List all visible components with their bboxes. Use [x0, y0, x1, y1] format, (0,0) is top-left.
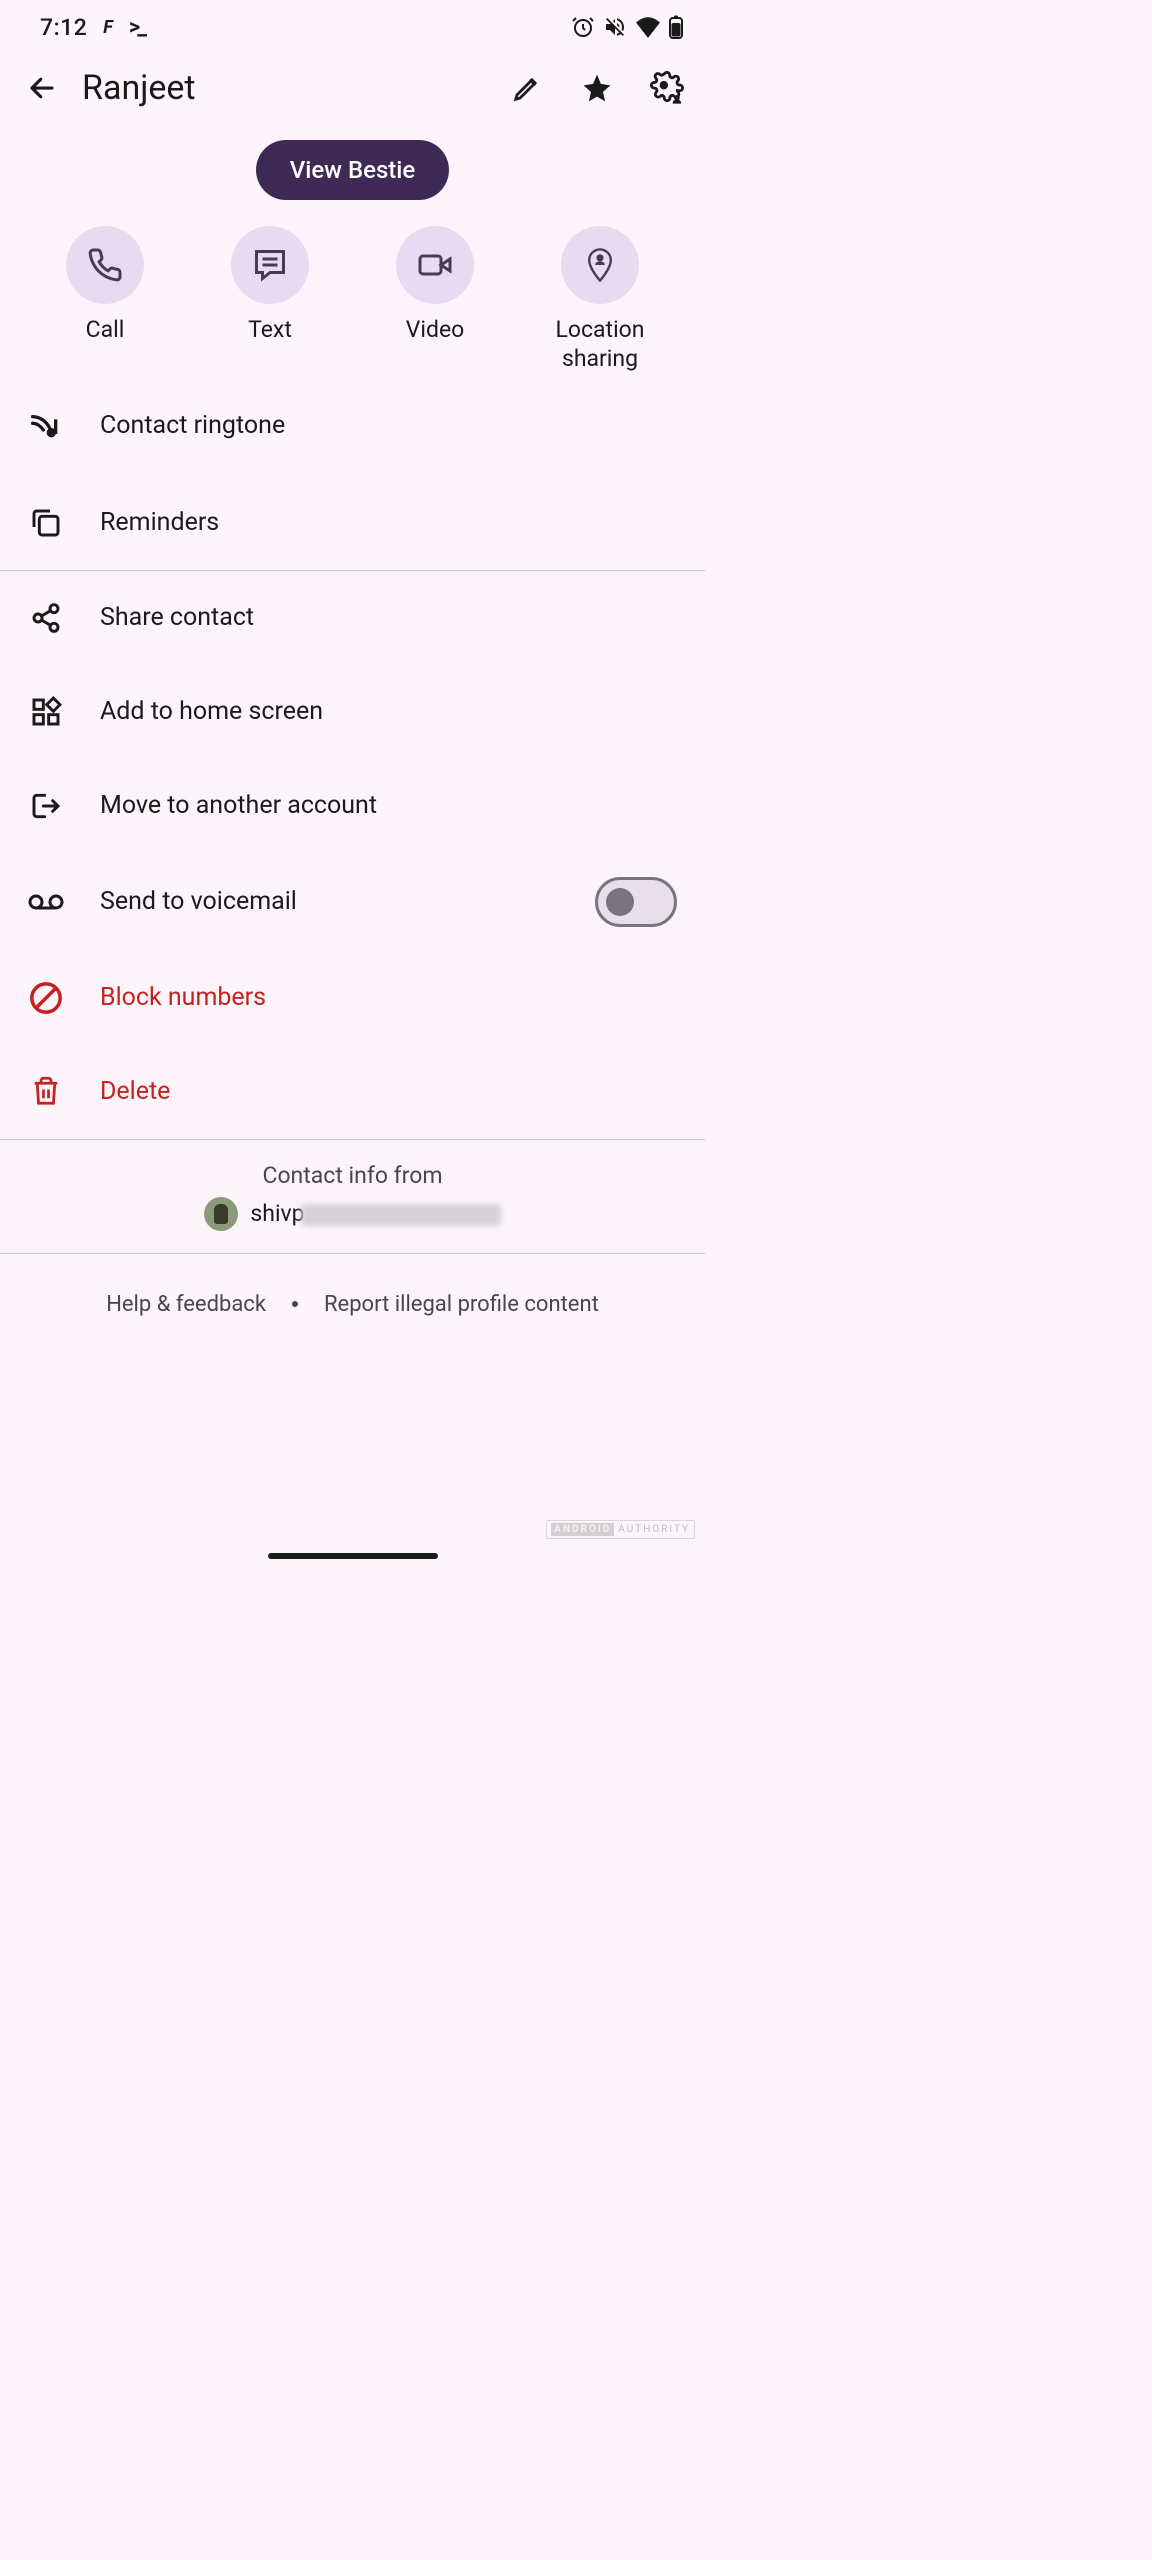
- email-prefix: shivp: [250, 1200, 304, 1227]
- voicemail-item: Send to voicemail: [0, 853, 705, 951]
- block-icon: [28, 980, 64, 1016]
- watermark-site: AUTHORITY: [618, 1524, 690, 1535]
- delete-label: Delete: [100, 1077, 677, 1106]
- pill-wrap: View Bestie: [0, 126, 705, 218]
- settings-button[interactable]: [647, 68, 687, 108]
- contact-info-section: Contact info from shivp: [0, 1140, 705, 1253]
- list-group-1: Contact ringtone Reminders: [0, 382, 705, 570]
- info-title: Contact info from: [262, 1162, 442, 1189]
- account-email: shivp: [250, 1200, 500, 1227]
- location-label: Location sharing: [535, 316, 665, 374]
- back-button[interactable]: [22, 68, 62, 108]
- account-avatar: [204, 1197, 238, 1231]
- text-circle: [231, 226, 309, 304]
- footer-links: Help & feedback Report illegal profile c…: [0, 1254, 705, 1355]
- alarm-icon: [571, 15, 595, 39]
- move-icon: [28, 788, 64, 824]
- call-circle: [66, 226, 144, 304]
- location-action[interactable]: Location sharing: [535, 226, 665, 374]
- help-link[interactable]: Help & feedback: [106, 1292, 266, 1317]
- reminders-icon: [28, 505, 64, 541]
- call-action[interactable]: Call: [40, 226, 170, 374]
- ringtone-icon: [28, 408, 64, 444]
- view-bestie-button[interactable]: View Bestie: [256, 140, 450, 200]
- call-label: Call: [86, 316, 125, 345]
- text-action[interactable]: Text: [205, 226, 335, 374]
- ringtone-label: Contact ringtone: [100, 411, 677, 440]
- info-account-row[interactable]: shivp: [204, 1197, 500, 1231]
- share-item[interactable]: Share contact: [0, 571, 705, 665]
- gear-person-icon: [650, 71, 684, 105]
- voicemail-label: Send to voicemail: [100, 887, 559, 916]
- app-bar: Ranjeet: [0, 50, 705, 126]
- share-icon: [28, 600, 64, 636]
- app-bar-actions: [507, 68, 687, 108]
- quick-actions: Call Text Video Location sharing: [0, 218, 705, 374]
- separator-dot: [292, 1301, 298, 1307]
- star-icon: [581, 72, 613, 104]
- delete-item[interactable]: Delete: [0, 1045, 705, 1139]
- trash-icon: [28, 1074, 64, 1110]
- status-time: 7:12: [40, 14, 87, 41]
- terminal-icon: >_: [129, 15, 144, 40]
- voicemail-toggle[interactable]: [595, 877, 677, 927]
- block-item[interactable]: Block numbers: [0, 951, 705, 1045]
- status-left: 7:12 F >_: [40, 14, 144, 41]
- reminders-label: Reminders: [100, 508, 677, 537]
- watermark-brand: ANDROID: [551, 1523, 614, 1536]
- favorite-button[interactable]: [577, 68, 617, 108]
- battery-icon: [669, 15, 683, 39]
- phone-icon: [87, 247, 123, 283]
- wifi-icon: [635, 16, 661, 38]
- widgets-icon: [28, 694, 64, 730]
- status-bar: 7:12 F >_: [0, 0, 705, 50]
- arrow-left-icon: [27, 73, 57, 103]
- status-right: [571, 15, 683, 39]
- list-group-2: Share contact Add to home screen Move to…: [0, 571, 705, 1139]
- move-label: Move to another account: [100, 791, 677, 820]
- voicemail-icon: [28, 884, 64, 920]
- email-redacted: [301, 1204, 501, 1226]
- homescreen-label: Add to home screen: [100, 697, 677, 726]
- text-label: Text: [248, 316, 292, 345]
- block-label: Block numbers: [100, 983, 677, 1012]
- reminders-item[interactable]: Reminders: [0, 476, 705, 570]
- app-notif-icon: F: [103, 17, 113, 38]
- contact-name: Ranjeet: [82, 68, 487, 108]
- homescreen-item[interactable]: Add to home screen: [0, 665, 705, 759]
- video-icon: [417, 247, 453, 283]
- watermark: ANDROID AUTHORITY: [546, 1520, 695, 1539]
- video-circle: [396, 226, 474, 304]
- mute-icon: [603, 15, 627, 39]
- pencil-icon: [512, 73, 542, 103]
- message-icon: [252, 247, 288, 283]
- edit-button[interactable]: [507, 68, 547, 108]
- location-circle: [561, 226, 639, 304]
- video-action[interactable]: Video: [370, 226, 500, 374]
- move-account-item[interactable]: Move to another account: [0, 759, 705, 853]
- toggle-knob: [606, 888, 634, 916]
- nav-handle[interactable]: [268, 1553, 438, 1559]
- share-label: Share contact: [100, 603, 677, 632]
- video-label: Video: [406, 316, 465, 345]
- location-pin-icon: [585, 247, 615, 283]
- report-link[interactable]: Report illegal profile content: [324, 1292, 599, 1317]
- ringtone-item[interactable]: Contact ringtone: [0, 382, 705, 476]
